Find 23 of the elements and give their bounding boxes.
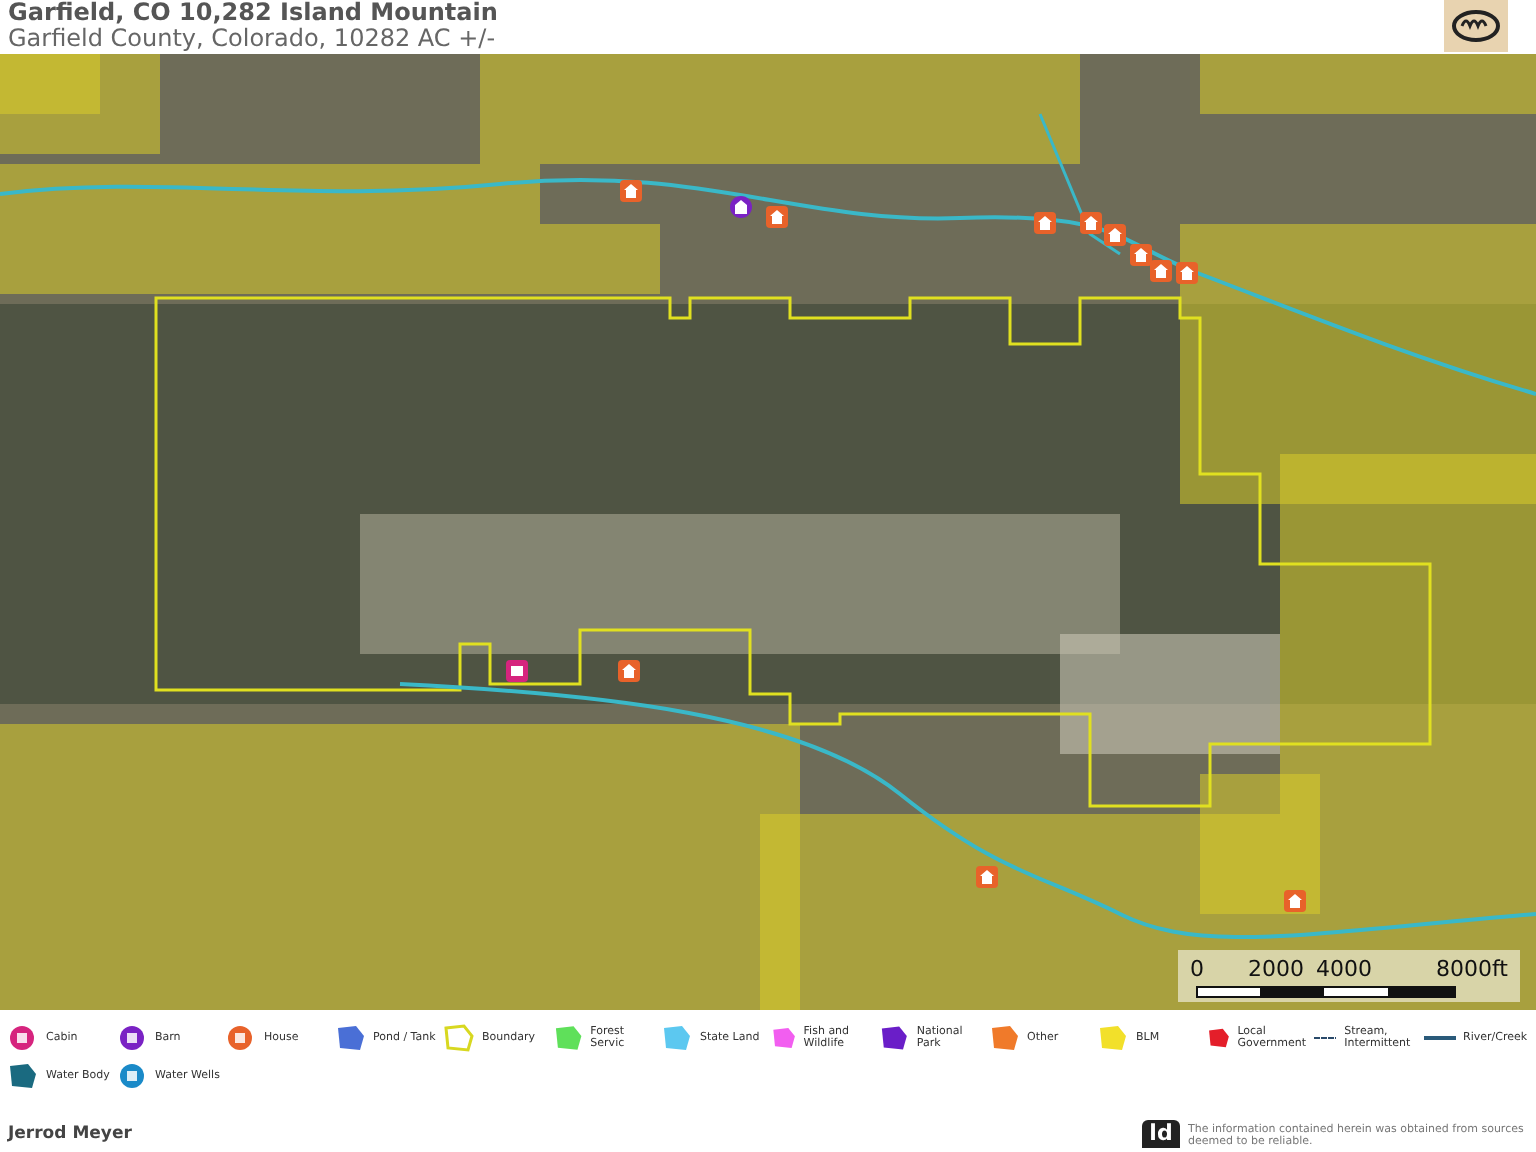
house-icon — [618, 660, 640, 682]
house-icon — [1150, 260, 1172, 282]
house-icon — [620, 180, 642, 202]
cabin-icon — [506, 660, 528, 682]
house-icon — [1080, 212, 1102, 234]
ram-logo-icon — [1444, 0, 1508, 52]
house-icon — [1284, 890, 1306, 912]
map-subtitle: Garfield County, Colorado, 10282 AC +/- — [8, 24, 496, 52]
house-icon — [976, 866, 998, 888]
barn-icon — [730, 196, 752, 218]
scale-bar-icon — [1196, 986, 1456, 998]
map-title: Garfield, CO 10,282 Island Mountain — [8, 0, 498, 24]
scale-label: 8000ft — [1436, 953, 1508, 985]
house-icon — [1104, 224, 1126, 246]
house-icon — [766, 206, 788, 228]
house-icon — [1130, 244, 1152, 266]
house-icon — [1034, 212, 1056, 234]
scale-label: 2000 — [1248, 953, 1304, 985]
agent-name: Jerrod Meyer — [8, 1122, 132, 1148]
company-logo: ld — [1142, 1120, 1180, 1148]
scale-label: 0 — [1190, 953, 1204, 985]
house-icon — [1176, 262, 1198, 284]
scale-label: 4000 — [1316, 953, 1372, 985]
